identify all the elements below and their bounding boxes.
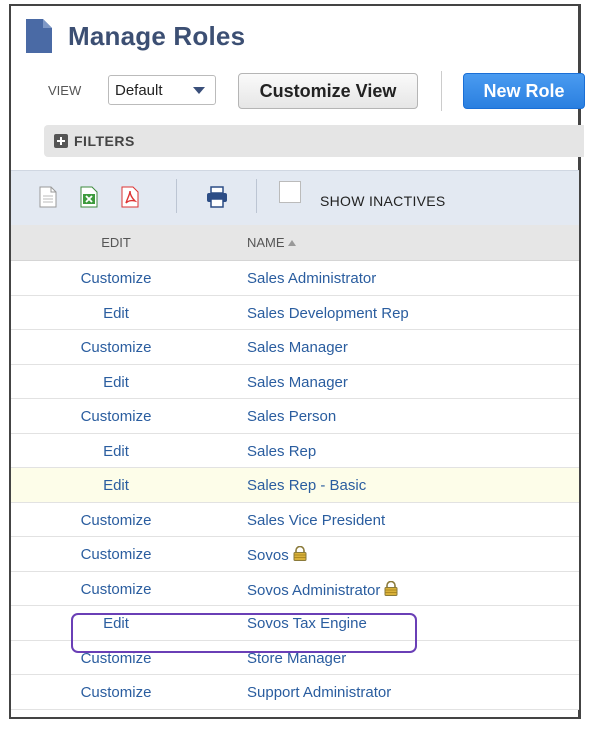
export-pdf-icon[interactable] <box>121 186 139 208</box>
role-name-link[interactable]: Sovos Administrator <box>247 580 398 599</box>
sort-ascending-icon <box>287 240 296 246</box>
table-row: Customize Sales Administrator <box>11 261 579 296</box>
edit-link[interactable]: Edit <box>11 305 221 322</box>
table-row: Customize Sales Manager <box>11 330 579 365</box>
role-name-text: Sales Manager <box>247 339 348 356</box>
table-row: Edit Sovos Tax Engine <box>11 606 579 641</box>
show-inactives-checkbox[interactable] <box>279 181 301 203</box>
column-header-edit: EDIT <box>101 235 131 250</box>
table-body: Customize Sales Administrator Edit Sales De… <box>11 261 579 710</box>
table-row: Edit Sales Rep <box>11 433 579 468</box>
role-name-link[interactable]: Sales Vice President <box>247 512 385 529</box>
frame-border-bottom <box>9 717 581 719</box>
plus-icon <box>54 134 68 148</box>
role-name-link[interactable]: Sales Rep - Basic <box>247 477 366 494</box>
table-row: Customize Sovos Administrator <box>11 571 579 606</box>
filters-toggle[interactable]: FILTERS <box>44 125 584 157</box>
lock-icon <box>293 546 307 561</box>
edit-link[interactable]: Edit <box>11 477 221 494</box>
show-inactives-label: SHOW INACTIVES <box>320 193 446 209</box>
toolbar-divider <box>256 179 257 213</box>
view-controls: VIEW Default Customize View New Role <box>20 71 585 111</box>
page-header: Manage Roles <box>26 14 245 58</box>
table-row: Customize Sales Person <box>11 399 579 434</box>
lock-icon <box>384 580 398 596</box>
table-header: EDIT NAME <box>11 225 579 261</box>
table-row: Customize Sovos <box>11 537 579 572</box>
table-row: Edit Sales Rep - Basic <box>11 468 579 503</box>
customize-link[interactable]: Customize <box>11 684 221 701</box>
role-name-text: Support Administrator <box>247 684 392 701</box>
role-name-link[interactable]: Store Manager <box>247 650 346 667</box>
chevron-down-icon <box>193 87 205 94</box>
role-name-link[interactable]: Sales Person <box>247 408 336 425</box>
page-title: Manage Roles <box>68 20 246 51</box>
customize-link[interactable]: Customize <box>11 408 221 425</box>
export-file-icon[interactable] <box>39 186 57 208</box>
edit-link[interactable]: Edit <box>11 443 221 460</box>
print-icon[interactable] <box>206 186 228 208</box>
role-name-text: Sales Rep - Basic <box>247 477 367 494</box>
edit-link[interactable]: Edit <box>11 615 221 632</box>
role-name-text: Sovos Tax Engine <box>247 615 367 632</box>
table-row: Customize Store Manager <box>11 640 579 675</box>
customize-link[interactable]: Customize <box>11 650 221 667</box>
new-role-button[interactable]: New Role <box>463 73 585 109</box>
divider <box>441 71 442 111</box>
view-select-value: Default <box>115 82 163 99</box>
column-header-name-label: NAME <box>247 235 285 250</box>
filters-label: FILTERS <box>74 133 135 149</box>
role-name-text: Sales Rep <box>247 442 317 460</box>
view-select[interactable]: Default <box>108 75 216 105</box>
customize-link[interactable]: Customize <box>11 581 221 598</box>
role-name-link[interactable]: Sales Manager <box>247 339 348 356</box>
role-name-text: Store Manager <box>247 649 347 667</box>
role-name-text: Sales Manager <box>247 373 348 391</box>
role-name-link[interactable]: Support Administrator <box>247 684 391 701</box>
role-name-text: Sales Person <box>247 408 337 425</box>
customize-link[interactable]: Customize <box>11 339 221 356</box>
edit-link[interactable]: Edit <box>11 374 221 391</box>
table-row: Edit Sales Development Rep <box>11 295 579 330</box>
role-name-link[interactable]: Sales Administrator <box>247 270 376 287</box>
table-row: Customize Sales Vice President <box>11 502 579 537</box>
customize-link[interactable]: Customize <box>11 512 221 529</box>
document-icon <box>26 19 52 53</box>
toolbar-divider <box>176 179 177 213</box>
customize-link[interactable]: Customize <box>11 546 221 563</box>
view-label: VIEW <box>48 83 82 98</box>
customize-view-button[interactable]: Customize View <box>238 73 418 109</box>
role-name-text: Sales Vice President <box>247 511 386 529</box>
role-name-text: Sovos <box>247 547 289 564</box>
role-name-link[interactable]: Sovos Tax Engine <box>247 615 367 632</box>
customize-link[interactable]: Customize <box>11 270 221 287</box>
role-name-text: Sales Administrator <box>247 270 377 287</box>
role-name-text: Sovos Administrator <box>247 581 381 599</box>
role-name-text: Sales Development Rep <box>247 304 409 322</box>
role-name-link[interactable]: Sales Manager <box>247 374 348 391</box>
role-name-link[interactable]: Sales Rep <box>247 443 316 460</box>
role-name-link[interactable]: Sales Development Rep <box>247 305 409 322</box>
table-row: Edit Sales Manager <box>11 364 579 399</box>
roles-table: EDIT NAME Customize Sales Administrator Ed… <box>11 225 579 710</box>
list-toolbar: SHOW INACTIVES <box>11 170 579 226</box>
table-row: Customize Support Administrator <box>11 675 579 710</box>
export-excel-icon[interactable] <box>80 186 98 208</box>
column-header-name[interactable]: NAME <box>247 235 296 250</box>
role-name-link[interactable]: Sovos <box>247 546 307 564</box>
